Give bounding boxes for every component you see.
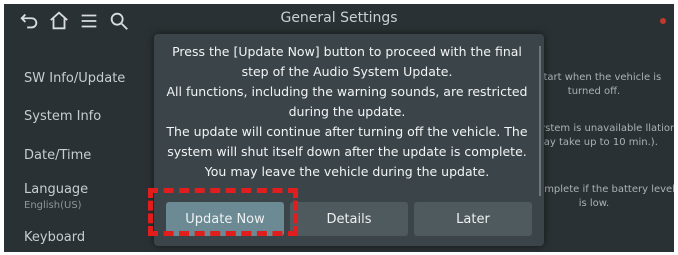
indicator-dot xyxy=(660,18,666,24)
sidebar-item-label: Keyboard xyxy=(24,230,86,245)
sidebar-item-date-time[interactable]: Date/Time xyxy=(24,148,91,164)
highlight-box xyxy=(148,188,298,236)
sidebar-item-language[interactable]: Language English(US) xyxy=(24,182,88,214)
sidebar-item-label: System Info xyxy=(24,109,102,124)
page-title: General Settings xyxy=(280,10,398,26)
later-button[interactable]: Later xyxy=(414,202,532,236)
sidebar-item-label: Date/Time xyxy=(24,148,92,163)
dialog-scrollbar[interactable] xyxy=(539,46,541,196)
screen: General Settings SW Info/Update System I… xyxy=(4,4,674,252)
dialog-message: Press the [Update Now] button to proceed… xyxy=(166,44,528,179)
sidebar-item-system-info[interactable]: System Info xyxy=(24,109,101,125)
sidebar-item-label: Language xyxy=(24,182,89,197)
details-button[interactable]: Details xyxy=(290,202,408,236)
sidebar-item-label: SW Info/Update xyxy=(24,71,126,86)
sidebar-item-keyboard[interactable]: Keyboard xyxy=(24,230,85,246)
sidebar-item-sw-info[interactable]: SW Info/Update xyxy=(24,71,125,87)
sidebar-item-sublabel: English(US) xyxy=(24,200,82,211)
